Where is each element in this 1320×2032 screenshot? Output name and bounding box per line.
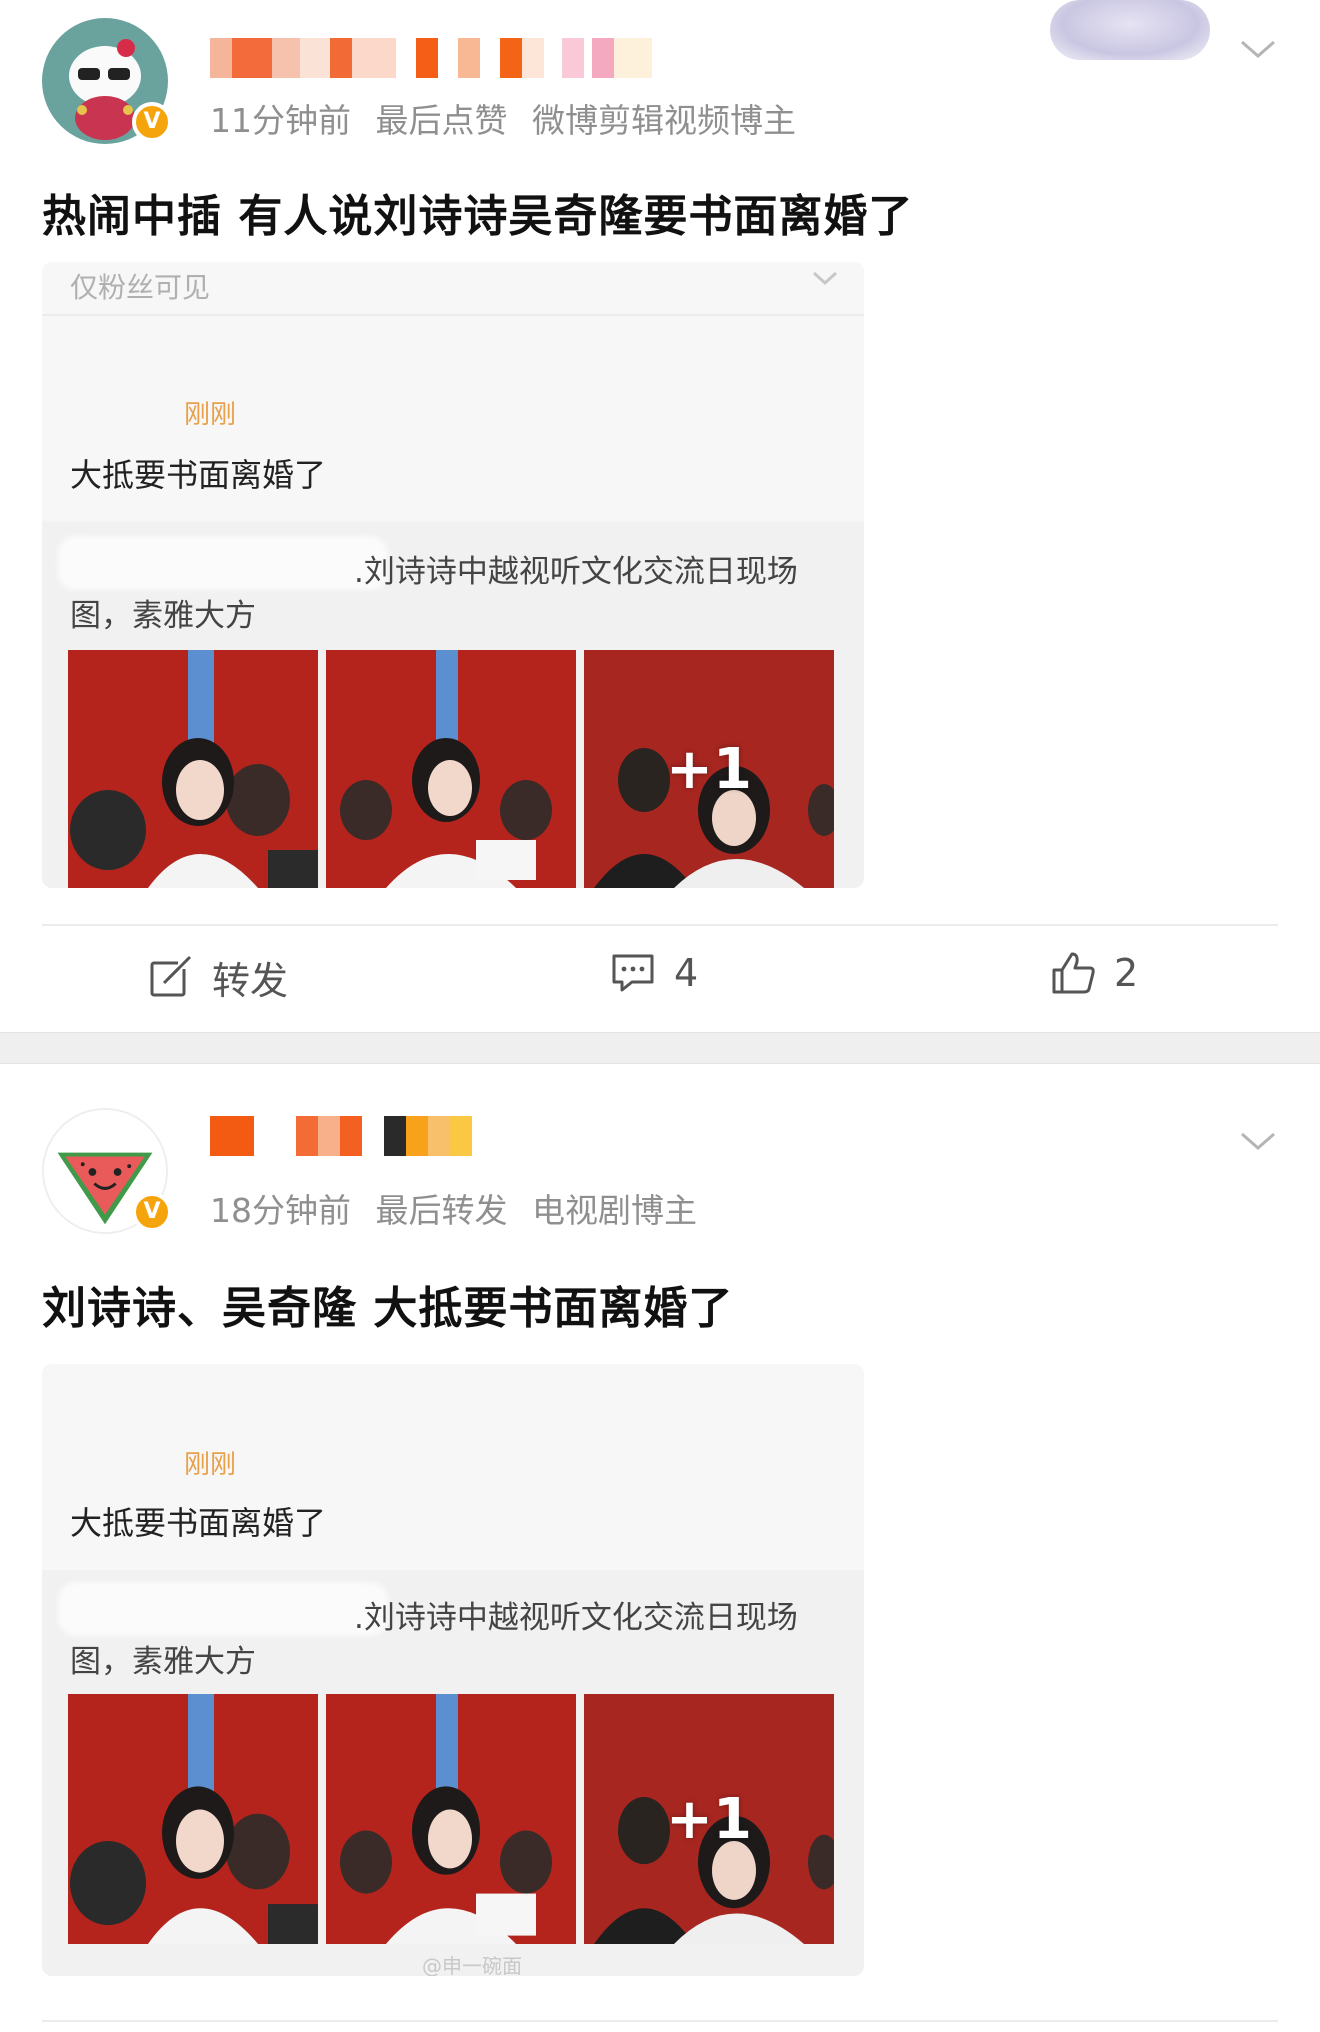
comment-icon bbox=[612, 954, 654, 992]
repost-icon bbox=[150, 955, 192, 996]
avatar[interactable]: V bbox=[42, 1108, 172, 1234]
reply-text: 大抵要书面离婚了 bbox=[70, 1504, 327, 1542]
username-blurred[interactable] bbox=[210, 1116, 472, 1156]
quoted-username-blurred bbox=[58, 536, 388, 590]
post-activity: 最后转发 bbox=[375, 1191, 508, 1230]
username-blurred[interactable] bbox=[210, 38, 652, 78]
more-photos-count: +1 bbox=[666, 1786, 752, 1852]
more-photos-count: +1 bbox=[666, 736, 752, 802]
repost-card[interactable]: 仅粉丝可见 刚刚 大抵要书面离婚了 .刘诗诗中越视听文化交流日现场 图，素雅大方 bbox=[42, 262, 864, 888]
avatar[interactable]: V bbox=[42, 18, 172, 144]
comment-button[interactable]: 4 bbox=[610, 950, 698, 996]
action-divider bbox=[42, 2020, 1278, 2022]
visibility-label: 仅粉丝可见 bbox=[70, 271, 211, 304]
verified-badge-icon: V bbox=[132, 102, 172, 142]
reply-time[interactable]: 刚刚 bbox=[184, 1444, 236, 1481]
quoted-text-line2: 图，素雅大方 bbox=[70, 1644, 256, 1680]
weibo-post-1: V 11分钟前 最后点赞 微博剪辑视频博主 热闹中插 有人说刘诗诗吴奇隆要书面离… bbox=[0, 0, 1320, 1032]
quoted-post[interactable]: .刘诗诗中越视听文化交流日现场 图，素雅大方 bbox=[42, 1570, 864, 1976]
photo-grid: +1 bbox=[68, 650, 834, 888]
quoted-username-blurred bbox=[58, 1582, 388, 1636]
photo-thumbnail-more[interactable]: +1 bbox=[584, 650, 834, 888]
verified-badge-icon: V bbox=[132, 1192, 172, 1232]
repost-card[interactable]: 刚刚 大抵要书面离婚了 .刘诗诗中越视听文化交流日现场 图，素雅大方 +1 @申… bbox=[42, 1364, 864, 1976]
quoted-post[interactable]: .刘诗诗中越视听文化交流日现场 图，素雅大方 bbox=[42, 522, 864, 888]
post-activity: 最后点赞 bbox=[375, 101, 508, 140]
photo-thumbnail-more[interactable]: +1 bbox=[584, 1694, 834, 1944]
divider bbox=[42, 314, 864, 316]
like-icon bbox=[1052, 952, 1095, 994]
decorative-sticker bbox=[1050, 0, 1210, 60]
post-time: 11分钟前 bbox=[210, 101, 351, 140]
comment-count: 4 bbox=[674, 951, 699, 995]
reply-text: 大抵要书面离婚了 bbox=[70, 456, 327, 494]
chevron-down-icon bbox=[812, 271, 838, 286]
author-role: 微博剪辑视频博主 bbox=[532, 101, 796, 140]
weibo-post-2: V 18分钟前 最后转发 电视剧博主 刘诗诗、吴奇隆 大抵要书面离婚了 刚刚 大… bbox=[0, 1064, 1320, 2032]
like-button[interactable]: 2 bbox=[1050, 950, 1138, 996]
chevron-down-icon[interactable] bbox=[1236, 1118, 1280, 1162]
reply-section: 刚刚 大抵要书面离婚了 bbox=[42, 1364, 864, 1570]
like-count: 2 bbox=[1114, 951, 1139, 995]
repost-button[interactable]: 转发 bbox=[148, 950, 288, 1005]
photo-thumbnail[interactable] bbox=[68, 1694, 318, 1944]
author-role: 电视剧博主 bbox=[532, 1191, 697, 1230]
repost-label: 转发 bbox=[212, 959, 289, 1003]
chevron-down-icon[interactable] bbox=[1236, 26, 1280, 70]
photo-thumbnail[interactable] bbox=[326, 650, 576, 888]
photo-thumbnail[interactable] bbox=[68, 650, 318, 888]
photo-thumbnail[interactable] bbox=[326, 1694, 576, 1944]
post-text: 热闹中插 有人说刘诗诗吴奇隆要书面离婚了 bbox=[42, 191, 914, 242]
image-watermark: @申一碗面 bbox=[422, 1954, 522, 1976]
post-text: 刘诗诗、吴奇隆 大抵要书面离婚了 bbox=[42, 1283, 734, 1334]
post-meta: 11分钟前 最后点赞 微博剪辑视频博主 bbox=[210, 94, 810, 142]
reply-section: 仅粉丝可见 刚刚 大抵要书面离婚了 bbox=[42, 262, 864, 520]
quoted-text-line2: 图，素雅大方 bbox=[70, 598, 256, 634]
feed-separator bbox=[0, 1032, 1320, 1064]
quoted-text-line1: .刘诗诗中越视听文化交流日现场 bbox=[354, 554, 798, 590]
post-meta: 18分钟前 最后转发 电视剧博主 bbox=[210, 1184, 711, 1232]
photo-grid: +1 bbox=[68, 1694, 834, 1944]
action-divider bbox=[42, 924, 1278, 926]
quoted-text-line1: .刘诗诗中越视听文化交流日现场 bbox=[354, 1600, 798, 1636]
post-time: 18分钟前 bbox=[210, 1191, 351, 1230]
reply-time[interactable]: 刚刚 bbox=[184, 394, 236, 431]
